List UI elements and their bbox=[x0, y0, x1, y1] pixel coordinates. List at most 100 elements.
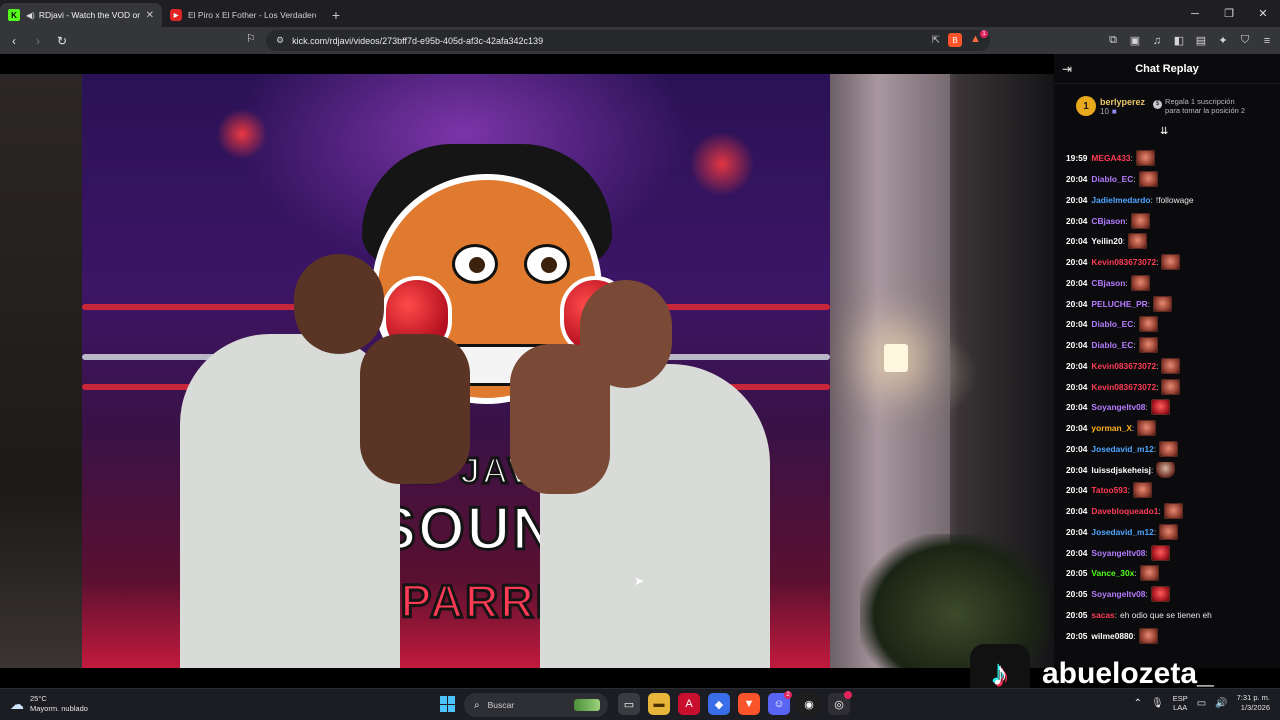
message-username[interactable]: Jadielmedardo bbox=[1091, 195, 1150, 205]
message-username[interactable]: PELUCHE_PR bbox=[1091, 299, 1147, 309]
top-gifter[interactable]: berlyperez 10 ■ bbox=[1100, 97, 1145, 116]
leo-ai-icon[interactable]: ✦ bbox=[1216, 34, 1230, 47]
obs-icon[interactable]: ◉ bbox=[798, 693, 820, 715]
gift-promo[interactable]: $ Regala 1 suscripción para tomar la pos… bbox=[1153, 97, 1251, 115]
message-username[interactable]: Soyangeltv08 bbox=[1091, 548, 1145, 558]
vpn-icon[interactable]: ⛉ bbox=[1238, 34, 1252, 47]
clock[interactable]: 7:31 p. m. 1/3/2026 bbox=[1237, 693, 1270, 713]
reload-icon[interactable]: ↻ bbox=[52, 31, 72, 51]
display-icon[interactable]: ▭ bbox=[1197, 698, 1206, 709]
message-time: 20:04 bbox=[1066, 319, 1088, 330]
taskbar-search[interactable]: ⌕ Buscar bbox=[464, 693, 608, 717]
restore-icon[interactable]: ❐ bbox=[1212, 0, 1246, 27]
emote-icon[interactable] bbox=[1130, 274, 1150, 291]
url-bar[interactable]: ⚙ kick.com/rdjavi/videos/273bff7d-e95b-4… bbox=[266, 30, 990, 51]
message-username[interactable]: Diablo_EC bbox=[1091, 319, 1133, 329]
message-username[interactable]: Kevin083673072 bbox=[1091, 361, 1156, 371]
task-view-icon[interactable]: ▭ bbox=[618, 693, 640, 715]
share-icon[interactable]: ⇱ bbox=[932, 35, 940, 46]
message-username[interactable]: Diablo_EC bbox=[1091, 340, 1133, 350]
message-username[interactable]: CBjason bbox=[1091, 278, 1125, 288]
message-username[interactable]: Davebloqueado1 bbox=[1091, 506, 1158, 516]
emote-icon[interactable] bbox=[1130, 212, 1150, 229]
brave-browser-icon[interactable]: ▼ bbox=[738, 693, 760, 715]
message-username[interactable]: Soyangeltv08 bbox=[1091, 402, 1145, 412]
message-username[interactable]: Josedavid_m12 bbox=[1091, 527, 1153, 537]
collapse-chat-icon[interactable]: ⇥ bbox=[1062, 62, 1072, 76]
audio-playing-icon[interactable]: ◀) bbox=[26, 11, 35, 20]
music-icon[interactable]: ♫ bbox=[1150, 35, 1164, 47]
message-username[interactable]: Josedavid_m12 bbox=[1091, 444, 1153, 454]
file-explorer-icon[interactable]: ▬ bbox=[648, 693, 670, 715]
message-username[interactable]: Tatoo593 bbox=[1091, 485, 1127, 495]
message-username[interactable]: yorman_X bbox=[1091, 423, 1132, 433]
scroll-to-bottom-icon[interactable]: ⇊ bbox=[1160, 126, 1168, 137]
tab-youtube[interactable]: ▶ El Piro x El Fother - Los Verdaderos C bbox=[162, 3, 324, 27]
emote-icon[interactable] bbox=[1159, 440, 1179, 457]
emote-icon[interactable] bbox=[1138, 337, 1158, 354]
tray-overflow-icon[interactable]: ⌃ bbox=[1134, 698, 1142, 709]
close-window-icon[interactable]: ✕ bbox=[1246, 0, 1280, 27]
sidebar-icon[interactable]: ◧ bbox=[1172, 34, 1186, 47]
message-username[interactable]: Vance_30x bbox=[1091, 568, 1134, 578]
message-username[interactable]: Kevin083673072 bbox=[1091, 382, 1156, 392]
site-info-icon[interactable]: ⚙ bbox=[276, 35, 284, 46]
volume-icon[interactable]: 🔊 bbox=[1215, 698, 1227, 709]
menu-icon[interactable]: ≡ bbox=[1260, 35, 1274, 47]
emote-icon[interactable] bbox=[1153, 295, 1173, 312]
start-button[interactable] bbox=[440, 696, 456, 712]
tab-rdjavi[interactable]: K ◀) RDjavi - Watch the VOD on K ✕ bbox=[0, 3, 162, 27]
language-indicator[interactable]: ESP LAA bbox=[1173, 694, 1188, 712]
emote-icon[interactable] bbox=[1139, 565, 1159, 582]
message-time: 20:04 bbox=[1066, 443, 1088, 454]
new-tab-button[interactable]: + bbox=[324, 3, 348, 27]
message-time: 20:04 bbox=[1066, 194, 1088, 205]
message-username[interactable]: Diablo_EC bbox=[1091, 174, 1133, 184]
message-username[interactable]: luissdjskeheisj bbox=[1091, 465, 1151, 475]
minimize-icon[interactable]: ─ bbox=[1178, 0, 1212, 27]
discord-icon[interactable]: ☺ 2 bbox=[768, 691, 792, 715]
wallet-icon[interactable]: ▤ bbox=[1194, 34, 1208, 47]
emote-icon[interactable] bbox=[1163, 503, 1183, 520]
message-time: 20:04 bbox=[1066, 360, 1088, 371]
message-username[interactable]: Yeilin20 bbox=[1091, 236, 1122, 246]
chrome-icon[interactable]: ◎ bbox=[828, 691, 852, 715]
emote-icon[interactable] bbox=[1150, 586, 1170, 603]
screenshot-icon[interactable]: ▣ bbox=[1128, 34, 1142, 47]
message-time: 20:04 bbox=[1066, 257, 1088, 268]
emote-icon[interactable] bbox=[1138, 316, 1158, 333]
message-username[interactable]: MEGA433 bbox=[1091, 153, 1130, 163]
chat-message: 20:05 sacas: eh odio que se tienen eh bbox=[1066, 605, 1280, 626]
message-username[interactable]: CBjason bbox=[1091, 216, 1125, 226]
brave-rewards-icon[interactable]: ▲ 1 bbox=[970, 30, 988, 47]
emote-icon[interactable] bbox=[1138, 171, 1158, 188]
acrobat-icon[interactable]: A bbox=[678, 693, 700, 715]
extensions-icon[interactable]: ⧉ bbox=[1106, 34, 1120, 47]
emote-icon[interactable] bbox=[1135, 150, 1155, 167]
message-username[interactable]: Soyangeltv08 bbox=[1091, 589, 1145, 599]
bookmark-icon[interactable]: ⚐ bbox=[246, 32, 256, 45]
video-player[interactable]: RD JAVI SOUNDE SPARRIN ➤ bbox=[0, 54, 1054, 668]
message-username[interactable]: Kevin083673072 bbox=[1091, 257, 1156, 267]
message-time: 20:04 bbox=[1066, 381, 1088, 392]
message-separator: : bbox=[1130, 153, 1133, 164]
weather-widget[interactable]: ☁ 25°C Mayorm. nublado bbox=[10, 694, 88, 714]
emote-icon[interactable] bbox=[1137, 420, 1157, 437]
emote-icon[interactable] bbox=[1156, 461, 1176, 478]
emote-icon[interactable] bbox=[1161, 254, 1181, 271]
emote-icon[interactable] bbox=[1132, 482, 1152, 499]
microphone-icon[interactable]: 🎙 bbox=[1151, 698, 1164, 709]
close-tab-icon[interactable]: ✕ bbox=[146, 10, 154, 21]
message-username[interactable]: sacas bbox=[1091, 610, 1114, 620]
forward-icon[interactable]: › bbox=[28, 31, 48, 51]
emote-icon[interactable] bbox=[1161, 357, 1181, 374]
brave-shields-icon[interactable]: B bbox=[948, 33, 962, 47]
emote-icon[interactable] bbox=[1150, 544, 1170, 561]
back-icon[interactable]: ‹ bbox=[4, 31, 24, 51]
app-icon[interactable]: ◆ bbox=[708, 693, 730, 715]
emote-icon[interactable] bbox=[1161, 378, 1181, 395]
emote-icon[interactable] bbox=[1150, 399, 1170, 416]
mouse-cursor-icon: ➤ bbox=[634, 574, 645, 588]
emote-icon[interactable] bbox=[1127, 233, 1147, 250]
emote-icon[interactable] bbox=[1159, 523, 1179, 540]
